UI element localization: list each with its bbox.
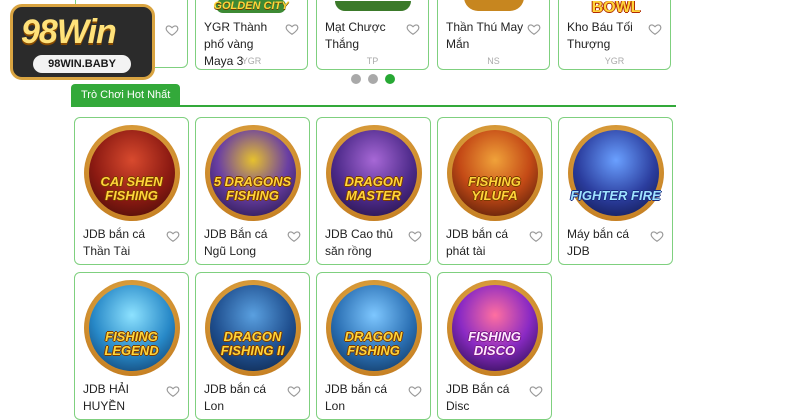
game-card[interactable]: FISHING LEGEND JDB HẢI HUYỀN — [74, 272, 189, 420]
game-card[interactable]: CAI SHEN FISHING JDB bắn cá Thần Tài — [74, 117, 189, 265]
game-name: JDB bắn cá Thần Tài — [83, 227, 146, 258]
game-name: JDB bắn cá Lon — [325, 382, 388, 413]
favorite-heart-icon[interactable] — [287, 384, 301, 398]
carousel-provider: YGR — [604, 56, 625, 66]
game-thumbnail: FISHING YILUFA — [446, 125, 543, 221]
carousel-provider: TP — [366, 56, 379, 66]
game-name: JDB bắn cá Lon — [204, 382, 267, 413]
game-thumbnail: FIGHTER FIRE — [567, 125, 664, 221]
carousel-provider: NS — [487, 56, 500, 66]
game-card[interactable]: 5 DRAGONS FISHING JDB Bắn cá Ngũ Long — [195, 117, 310, 265]
pagination-dot-active[interactable] — [385, 74, 395, 84]
game-art-title: FIGHTER FIRE — [570, 188, 661, 203]
game-name: JDB Bắn cá Disc — [446, 382, 510, 413]
game-art-title: 5 DRAGONS FISHING — [213, 174, 292, 203]
game-card[interactable]: DRAGON FISHING II JDB bắn cá Lon — [195, 272, 310, 420]
game-name: Máy bắn cá JDB — [567, 227, 630, 258]
game-thumbnail: DRAGON MASTER — [325, 125, 422, 221]
carousel-card-3[interactable]: Mạt Chược Thắng TP — [316, 0, 429, 70]
carousel-game-name: Mạt Chược Thắng — [325, 20, 386, 51]
carousel-art-label: GOLDEN CITY — [213, 0, 289, 12]
favorite-heart-icon[interactable] — [408, 384, 422, 398]
favorite-heart-icon[interactable] — [408, 229, 422, 243]
carousel-card-2[interactable]: GOLDEN CITY YGR Thành phố vàng Maya 3 YG… — [195, 0, 308, 70]
carousel-art-label: BOWL — [591, 0, 641, 16]
carousel-game-name: Thần Thú May Mắn — [446, 20, 524, 51]
game-card[interactable]: FISHING YILUFA JDB bắn cá phát tài — [437, 117, 552, 265]
favorite-heart-icon[interactable] — [285, 22, 299, 36]
pagination-dot[interactable] — [368, 74, 378, 84]
game-thumbnail: FISHING DISCO — [446, 280, 543, 376]
game-art-title: DRAGON FISHING — [344, 329, 403, 358]
game-thumbnail: FISHING LEGEND — [83, 280, 180, 376]
favorite-heart-icon[interactable] — [166, 229, 180, 243]
game-card[interactable]: DRAGON MASTER JDB Cao thủ săn rồng — [316, 117, 431, 265]
brand-logo[interactable]: 98Win 98WIN.BABY — [10, 4, 155, 80]
game-name: JDB bắn cá phát tài — [446, 227, 509, 258]
game-art-title: FISHING YILUFA — [468, 174, 521, 203]
game-thumbnail: 5 DRAGONS FISHING — [204, 125, 301, 221]
section-divider — [71, 105, 676, 107]
favorite-heart-icon[interactable] — [529, 229, 543, 243]
carousel-provider: YGR — [241, 56, 262, 66]
favorite-heart-icon[interactable] — [650, 229, 664, 243]
game-art-title: DRAGON FISHING II — [220, 329, 285, 358]
game-name: JDB Cao thủ săn rồng — [325, 227, 394, 258]
favorite-heart-icon[interactable] — [527, 22, 541, 36]
game-card[interactable]: FIGHTER FIRE Máy bắn cá JDB — [558, 117, 673, 265]
favorite-heart-icon[interactable] — [529, 384, 543, 398]
favorite-heart-icon[interactable] — [166, 384, 180, 398]
favorite-heart-icon[interactable] — [406, 22, 420, 36]
game-art-title: FISHING LEGEND — [104, 329, 159, 358]
game-card[interactable]: DRAGON FISHING JDB bắn cá Lon — [316, 272, 431, 420]
game-thumbnail: DRAGON FISHING II — [204, 280, 301, 376]
game-card[interactable]: FISHING DISCO JDB Bắn cá Disc — [437, 272, 552, 420]
section-title-tab[interactable]: Trò Chơi Hot Nhất — [71, 84, 181, 106]
game-name: JDB Bắn cá Ngũ Long — [204, 227, 268, 258]
pagination-dot[interactable] — [351, 74, 361, 84]
game-art-title: CAI SHEN FISHING — [100, 174, 163, 203]
carousel-game-name: Kho Báu Tối Thượng — [567, 20, 633, 51]
favorite-heart-icon[interactable] — [165, 23, 179, 37]
game-art-title: FISHING DISCO — [468, 329, 521, 358]
logo-domain: 98WIN.BABY — [33, 55, 131, 73]
logo-text: 98Win — [21, 13, 117, 51]
carousel-pagination — [351, 74, 395, 84]
carousel-card-4[interactable]: Thần Thú May Mắn NS — [437, 0, 550, 70]
game-thumbnail: CAI SHEN FISHING — [83, 125, 180, 221]
game-thumbnail: DRAGON FISHING — [325, 280, 422, 376]
game-name: JDB HẢI HUYỀN — [83, 382, 130, 413]
game-art-title: DRAGON MASTER — [344, 174, 403, 203]
favorite-heart-icon[interactable] — [287, 229, 301, 243]
favorite-heart-icon[interactable] — [648, 22, 662, 36]
carousel-card-5[interactable]: BOWL Kho Báu Tối Thượng YGR — [558, 0, 671, 70]
